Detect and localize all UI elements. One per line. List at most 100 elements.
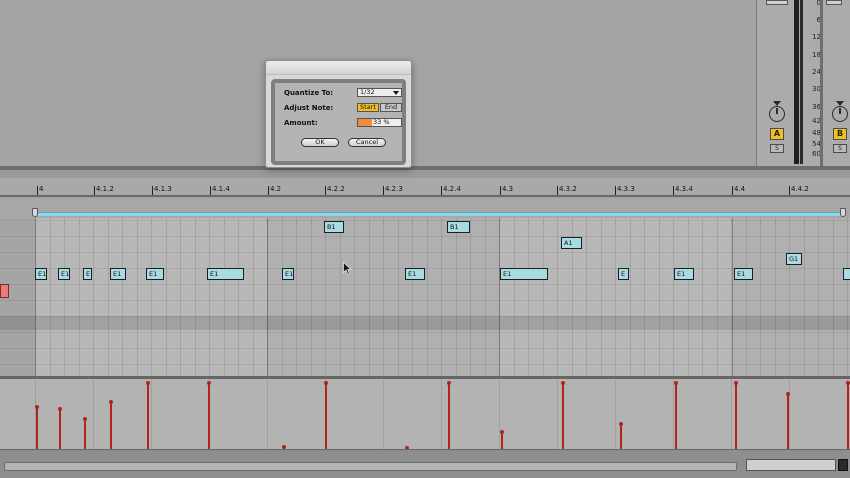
velocity-grid-line (93, 379, 94, 449)
velocity-stem[interactable] (36, 407, 38, 449)
dialog-titlebar[interactable] (266, 61, 411, 75)
velocity-handle[interactable] (206, 381, 211, 385)
note-editor-grid[interactable]: B1 B1 A1 G1 E1 E1 E E1 E1 E1 E1 E1 E1 E E1 E1 (0, 218, 850, 376)
cancel-button[interactable]: Cancel (348, 138, 386, 147)
velocity-grid-line (151, 379, 152, 449)
velocity-handle[interactable] (785, 392, 790, 396)
grid-row-line (0, 332, 850, 333)
solo-a-button[interactable]: S (770, 144, 784, 153)
clip-overview-end[interactable] (838, 459, 848, 471)
velocity-stem[interactable] (787, 394, 789, 449)
midi-note[interactable]: E1 (146, 268, 164, 280)
ruler-label: 4.2.4 (443, 185, 461, 193)
midi-note[interactable]: E1 (500, 268, 548, 280)
velocity-editor[interactable] (0, 379, 850, 449)
midi-note[interactable]: E1 (110, 268, 126, 280)
velocity-stem[interactable] (84, 419, 86, 449)
quantize-to-select[interactable]: 1/32 (357, 88, 402, 97)
ruler-label: 4.3.3 (617, 185, 635, 193)
knob-icon[interactable] (769, 106, 785, 122)
horizontal-scrollbar[interactable] (4, 462, 737, 471)
amount-slider[interactable]: 33 % (357, 118, 402, 127)
velocity-handle[interactable] (82, 417, 87, 421)
midi-note[interactable]: E1 (35, 268, 47, 280)
midi-note[interactable]: A1 (561, 237, 582, 249)
ruler-baseline (0, 195, 850, 197)
velocity-handle[interactable] (57, 407, 62, 411)
velocity-handle[interactable] (499, 430, 504, 434)
midi-note[interactable]: E1 (58, 268, 70, 280)
out-of-loop-note[interactable] (0, 284, 9, 298)
midi-note[interactable]: E1 (674, 268, 694, 280)
grid-line (847, 218, 848, 376)
velocity-stem[interactable] (147, 383, 149, 449)
loop-start-marker[interactable] (32, 208, 38, 217)
velocity-stem[interactable] (620, 424, 622, 449)
grid-beat-line (35, 218, 36, 376)
ruler-label: 4.3.2 (559, 185, 577, 193)
velocity-handle[interactable] (845, 381, 850, 385)
velocity-handle[interactable] (446, 381, 451, 385)
velocity-handle[interactable] (560, 381, 565, 385)
loop-brace[interactable] (35, 212, 844, 216)
grid-line (586, 218, 587, 376)
velocity-stem[interactable] (562, 383, 564, 449)
velocity-grid-line (789, 379, 790, 449)
midi-note[interactable]: B1 (324, 221, 344, 233)
velocity-handle[interactable] (34, 405, 39, 409)
arrow-pointer-icon (343, 262, 352, 275)
ok-button[interactable]: OK (301, 138, 339, 147)
loop-end-marker[interactable] (840, 208, 846, 217)
grid-line (151, 218, 152, 376)
grid-beat-line (732, 218, 733, 376)
midi-note-partial[interactable] (843, 268, 850, 280)
velocity-handle[interactable] (618, 422, 623, 426)
ruler-label: 4 (39, 185, 44, 193)
velocity-stem[interactable] (735, 383, 737, 449)
track-activator-a-button[interactable]: A (770, 128, 784, 140)
velocity-handle[interactable] (733, 381, 738, 385)
midi-note[interactable]: E1 (734, 268, 753, 280)
midi-note[interactable]: B1 (447, 221, 470, 233)
clip-overview[interactable] (746, 459, 836, 471)
chevron-down-icon (393, 91, 399, 95)
velocity-handle[interactable] (673, 381, 678, 385)
ruler-label: 4.3.4 (675, 185, 693, 193)
velocity-handle[interactable] (108, 400, 113, 404)
midi-note[interactable]: E (83, 268, 92, 280)
velocity-stem[interactable] (448, 383, 450, 449)
adjust-start-toggle[interactable]: Start (357, 103, 379, 112)
grid-beat-line (267, 218, 268, 376)
grid-row-line (0, 236, 850, 237)
grid-line (137, 218, 138, 376)
velocity-stem[interactable] (501, 432, 503, 449)
midi-note[interactable]: E1 (405, 268, 425, 280)
amount-value: 33 % (373, 118, 390, 126)
midi-note[interactable]: E1 (207, 268, 244, 280)
grid-line (195, 218, 196, 376)
velocity-handle[interactable] (323, 381, 328, 385)
track-activator-b-button[interactable]: B (833, 128, 847, 140)
midi-note[interactable]: E1 (282, 268, 294, 280)
ruler-label: 4.2.2 (327, 185, 345, 193)
grid-line (253, 218, 254, 376)
knob-icon[interactable] (832, 106, 848, 122)
velocity-stem[interactable] (325, 383, 327, 449)
velocity-grid-line (499, 379, 500, 449)
panel-gap (0, 170, 850, 178)
grid-line (644, 218, 645, 376)
velocity-stem[interactable] (110, 402, 112, 449)
grid-line (122, 218, 123, 376)
grid-line (180, 218, 181, 376)
velocity-stem[interactable] (208, 383, 210, 449)
velocity-handle[interactable] (145, 381, 150, 385)
velocity-stem[interactable] (675, 383, 677, 449)
midi-note[interactable]: E (618, 268, 629, 280)
mixer-top-button-b[interactable] (826, 0, 842, 5)
adjust-end-toggle[interactable]: End (380, 103, 402, 112)
midi-note[interactable]: G1 (786, 253, 802, 265)
mixer-top-button[interactable] (766, 0, 788, 5)
solo-b-button[interactable]: S (833, 144, 847, 153)
velocity-stem[interactable] (847, 383, 849, 449)
velocity-stem[interactable] (59, 409, 61, 449)
